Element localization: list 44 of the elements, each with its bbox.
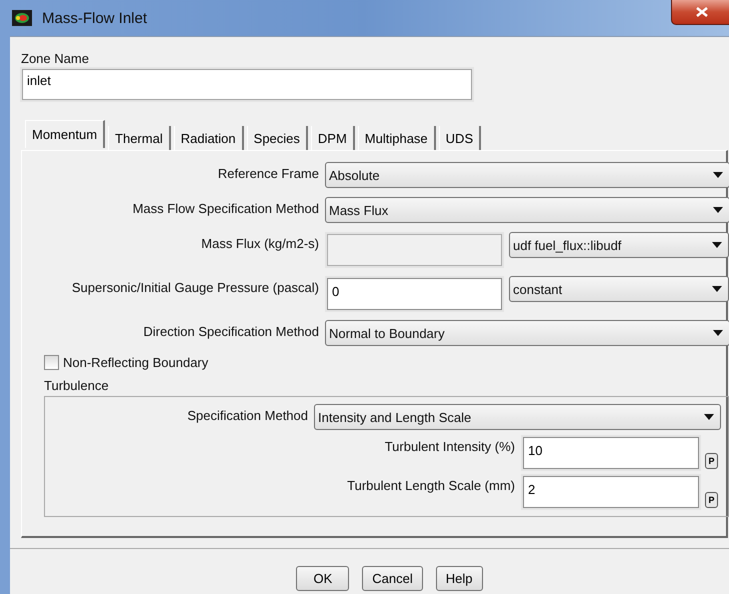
dropdown[interactable]: constant — [509, 276, 729, 302]
tab[interactable]: Radiation — [174, 126, 244, 150]
dialog-button[interactable]: Cancel — [362, 566, 423, 591]
input-field[interactable]: 0 — [327, 278, 502, 310]
parameter-button[interactable]: P — [705, 453, 718, 469]
tab[interactable]: UDS — [438, 126, 482, 150]
parameter-button[interactable]: P — [705, 492, 718, 508]
checkbox-label: Non-Reflecting Boundary — [63, 355, 208, 370]
field-label: Zone Name — [21, 51, 90, 66]
input-field[interactable]: 2 — [523, 476, 699, 508]
tab[interactable]: Multiphase — [358, 126, 436, 150]
field-label: Mass Flux (kg/m2-s) — [200, 235, 319, 253]
field-label: Mass Flow Specification Method — [132, 200, 319, 218]
dropdown[interactable]: Absolute — [325, 162, 729, 188]
close-icon — [696, 7, 708, 17]
field-label: Supersonic/Initial Gauge Pressure (pascal) — [70, 279, 319, 297]
dialog-button[interactable]: Help — [436, 566, 482, 591]
dropdown[interactable]: Intensity and Length Scale — [314, 404, 721, 430]
caret-icon — [712, 242, 722, 248]
close-button[interactable] — [671, 0, 729, 25]
zone-name-field[interactable]: inlet — [22, 69, 472, 100]
caret-icon — [713, 330, 723, 336]
input-field[interactable]: 10 — [523, 437, 699, 469]
caret-icon — [712, 286, 722, 292]
dropdown[interactable]: udf fuel_flux::libudf — [509, 232, 729, 258]
caret-icon — [704, 414, 714, 420]
tab[interactable]: Thermal — [108, 126, 171, 150]
tab[interactable]: DPM — [310, 126, 355, 150]
dropdown[interactable]: Mass Flux — [325, 197, 729, 223]
caret-icon — [713, 172, 723, 178]
tab[interactable]: Momentum — [25, 120, 106, 148]
dropdown[interactable]: Normal to Boundary — [325, 320, 729, 346]
checkbox[interactable] — [44, 355, 59, 370]
field-label: Direction Specification Method — [142, 323, 319, 341]
field-label: Reference Frame — [216, 165, 319, 183]
field-label: Turbulent Intensity (%) — [384, 438, 515, 456]
app-icon — [12, 10, 32, 26]
window-title: Mass-Flow Inlet — [42, 10, 148, 26]
dialog-button[interactable]: OK — [296, 566, 350, 591]
field-label: Specification Method — [186, 407, 308, 425]
tab[interactable]: Species — [246, 126, 308, 150]
field-label: Turbulent Length Scale (mm) — [346, 477, 515, 495]
caret-icon — [713, 207, 723, 213]
group-title: Turbulence — [44, 378, 110, 393]
